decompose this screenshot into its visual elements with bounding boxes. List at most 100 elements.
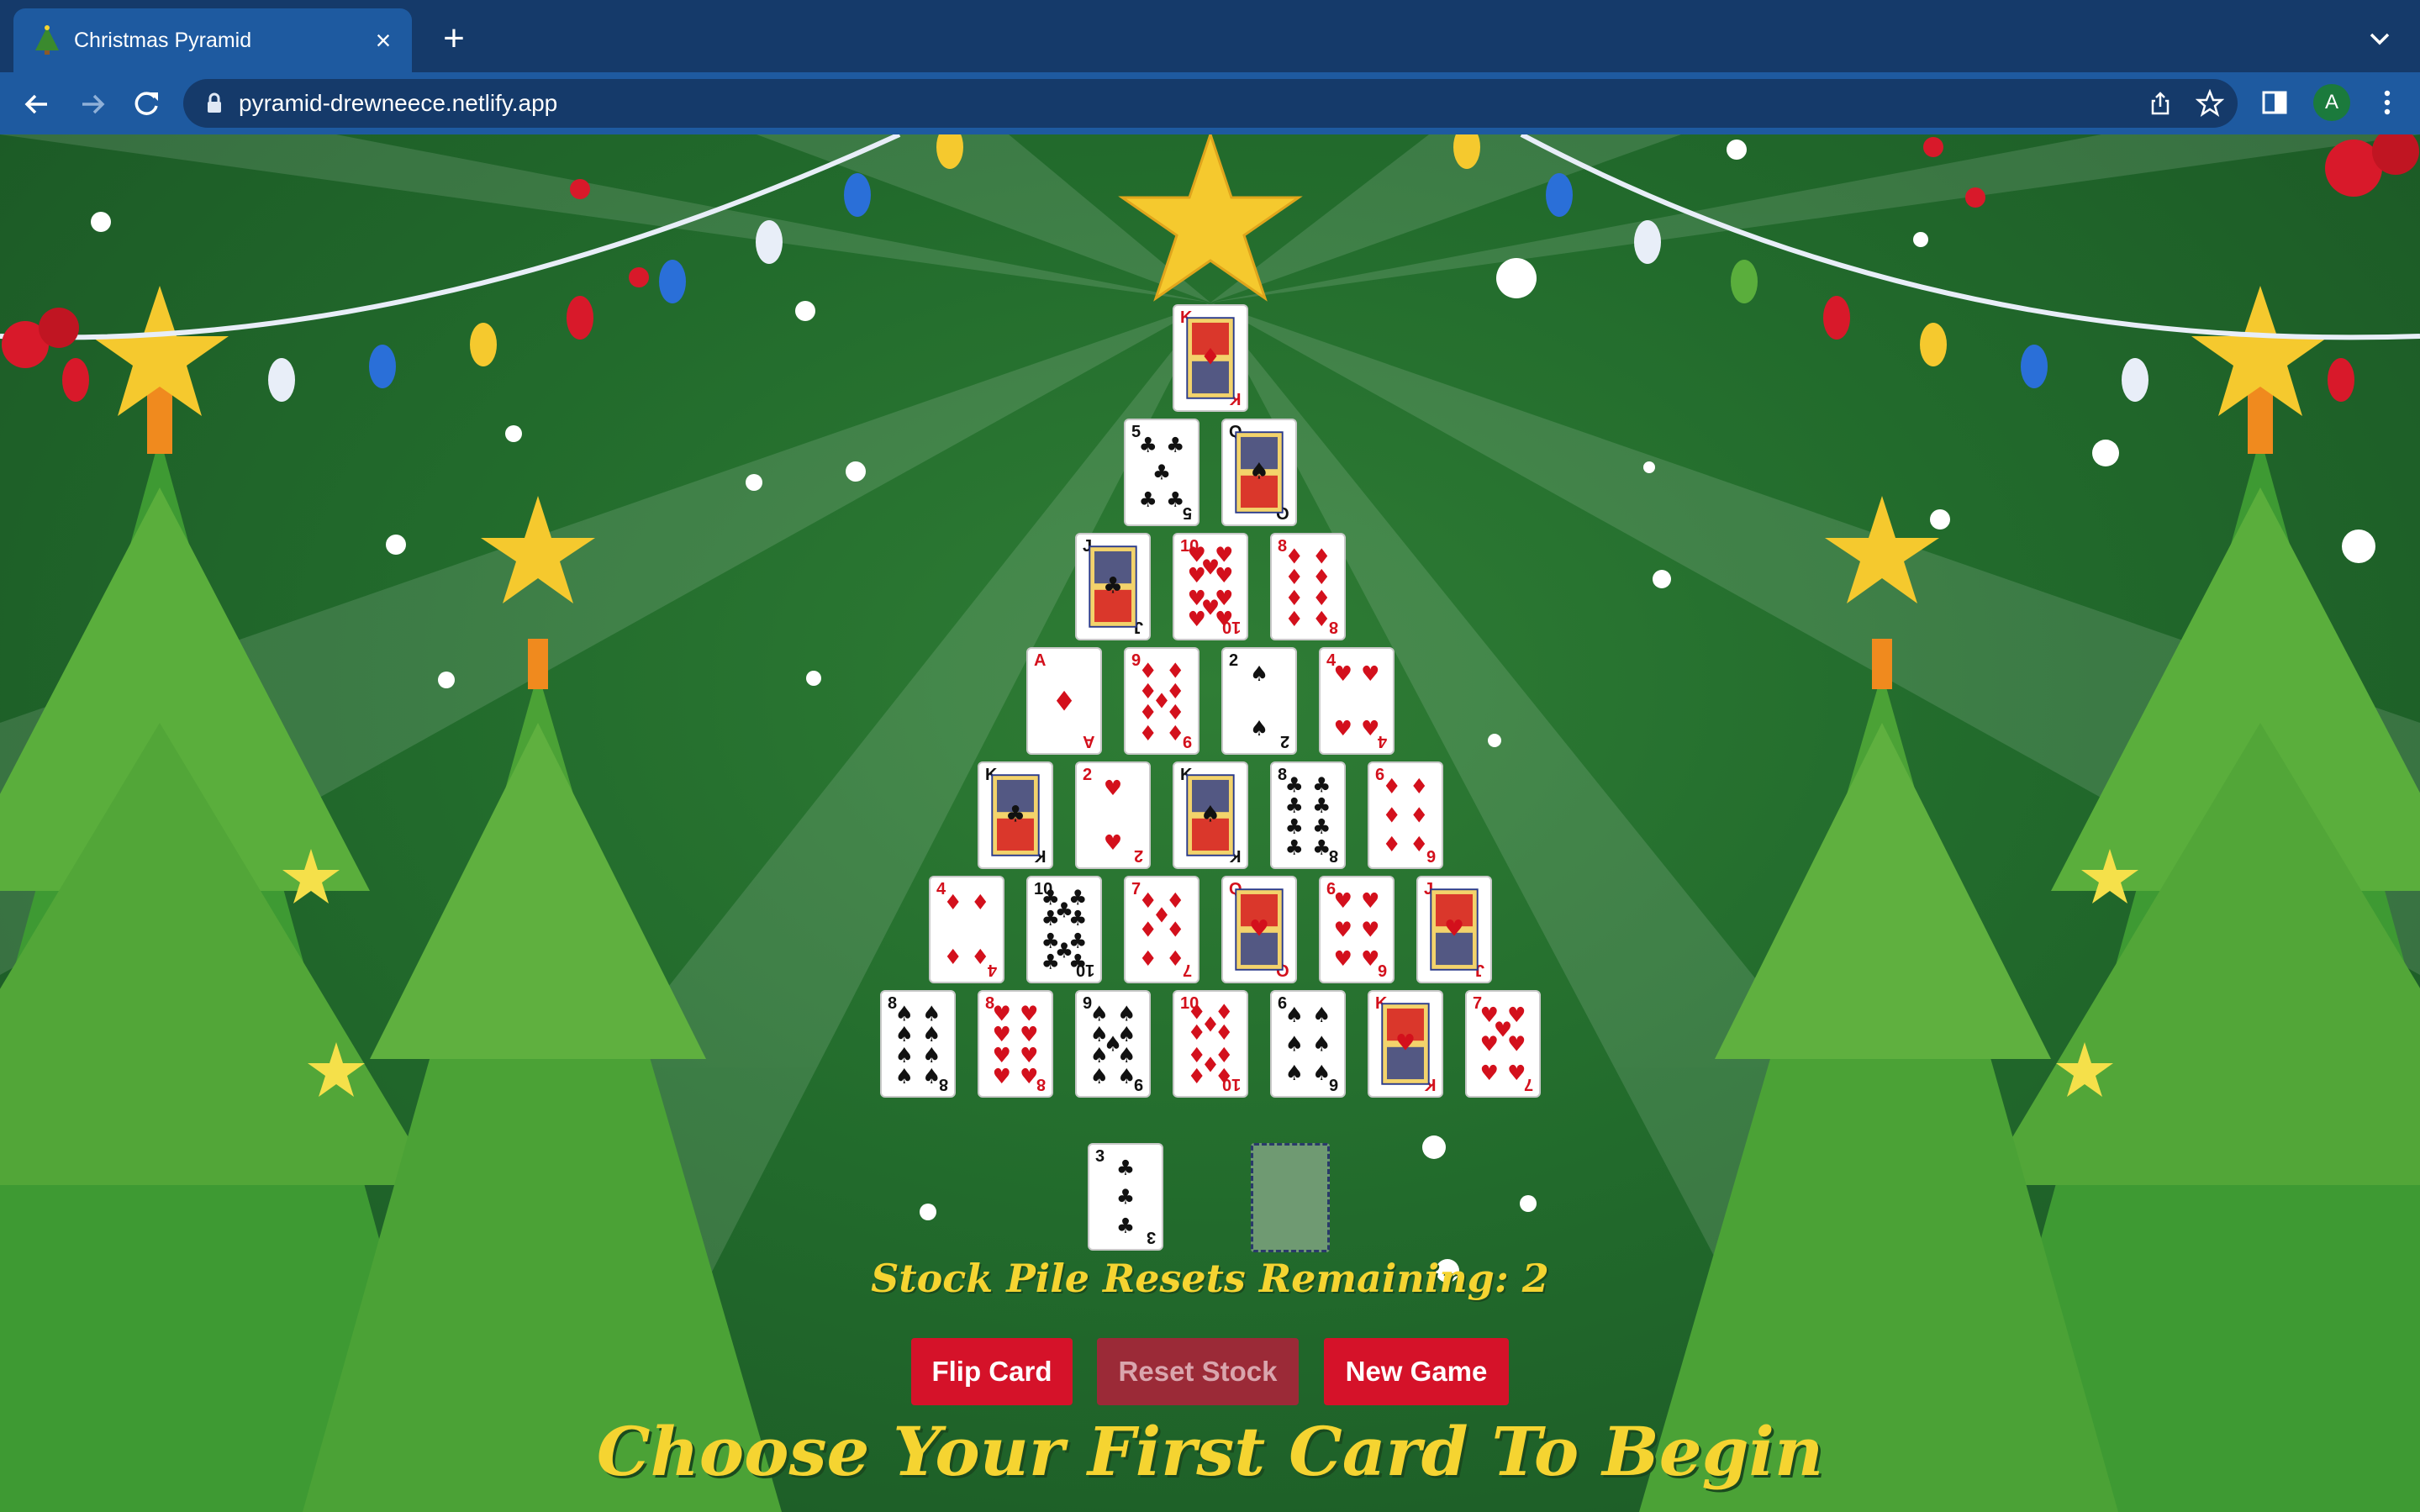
pyramid-card[interactable]: 2 2 ♠ ♠ [1221,647,1297,755]
christmas-tree-favicon-icon [35,25,59,55]
suit-pip-icon: ♥ [1334,946,1352,971]
suit-pip-icon: ♥ [1507,1061,1526,1085]
pyramid-card[interactable]: 10 10 ♣ ♣ ♣ ♣ ♣ ♣ ♣ ♣ ♣ ♣ [1026,876,1102,983]
suit-pip-icon: ♥ [1188,607,1206,631]
more-vertical-icon[interactable] [2370,86,2404,119]
pyramid-card[interactable]: K K ♠ [1173,761,1248,869]
pyramid-card[interactable]: 5 5 ♣ ♣ ♣ ♣ ♣ [1124,419,1199,526]
suit-pip-icon: ♠ [922,1064,941,1088]
suit-pip-icon: ♦ [1139,721,1157,745]
pyramid-card[interactable]: K K ♦ [1173,304,1248,412]
card-pips: ♣ ♣♣ ♣♣ ♣♣ ♣ [1285,772,1331,860]
card-pips: ♥ [1235,888,1284,971]
suit-pip-icon: ♣ [1152,461,1171,485]
browser-tab[interactable]: Christmas Pyramid × [13,8,412,72]
stock-pile-card[interactable]: 3 3 ♣ ♣ ♣ [1088,1143,1163,1251]
back-arrow-icon[interactable] [18,86,55,123]
pyramid-card[interactable]: 7 7 ♥ ♥ ♥ ♥ ♥ ♥ ♥ [1465,990,1541,1098]
card-pips: ♦ ♦♦♦ ♦♦ ♦ [1139,888,1185,971]
card-pips: ♣ [991,774,1040,856]
suit-pip-icon: ♥ [1334,918,1352,942]
tab-title: Christmas Pyramid [74,29,252,52]
suit-pip-icon: ♠ [1285,1061,1304,1085]
suit-pip-icon: ♦ [1215,1020,1233,1045]
lock-icon[interactable] [202,91,227,116]
suit-pip-icon: ♦ [1188,1020,1206,1045]
reset-stock-button[interactable]: Reset Stock [1097,1338,1299,1405]
card-pips: ♦ ♦ ♦ ♦ ♦ ♦ [1383,774,1429,856]
suit-pip-icon: ♦ [1166,721,1184,745]
pyramid-card[interactable]: 8 8 ♣ ♣ ♣ ♣ ♣ ♣ ♣ ♣ [1270,761,1346,869]
pyramid-card[interactable]: 8 8 ♦ ♦ ♦ ♦ ♦ ♦ ♦ ♦ [1270,533,1346,640]
card-pips: ♠ ♠♠ ♠♠♠ ♠♠ ♠ [1090,1001,1136,1088]
bookmark-star-icon[interactable] [2196,89,2224,118]
suit-pip-icon: ♦ [1139,918,1157,942]
suit-pip-icon: ♠ [1249,459,1269,485]
suit-pip-icon: ♠ [895,1064,914,1088]
suit-pip-icon: ♦ [971,945,989,969]
pyramid-card[interactable]: 6 6 ♥ ♥ ♥ ♥ ♥ ♥ [1319,876,1395,983]
pyramid-card[interactable]: 4 4 ♦ ♦ ♦ ♦ [929,876,1004,983]
suit-pip-icon: ♥ [1444,916,1464,942]
suit-pip-icon: ♦ [1166,918,1184,942]
pyramid-card[interactable]: K K ♣ [978,761,1053,869]
address-bar[interactable]: pyramid-drewneece.netlify.app [183,79,2238,128]
profile-avatar[interactable]: A [2313,84,2350,121]
pyramid-card[interactable]: 6 6 ♦ ♦ ♦ ♦ ♦ ♦ [1368,761,1443,869]
pyramid-card[interactable]: 7 7 ♦ ♦ ♦ ♦ ♦ ♦ ♦ [1124,876,1199,983]
chevron-down-icon[interactable] [2363,22,2396,55]
card-pips: ♠ ♠ ♠ ♠ ♠ ♠ [1285,1003,1331,1085]
suit-pip-icon: ♠ [1285,1032,1304,1056]
card-pips: ♦ [1186,317,1235,399]
suit-pip-icon: ♥ [1507,1032,1526,1056]
pyramid-card[interactable]: 8 8 ♠ ♠ ♠ ♠ ♠ ♠ ♠ ♠ [880,990,956,1098]
reload-icon[interactable] [128,86,165,123]
pyramid-card[interactable]: 10 10 ♦ ♦ ♦ ♦ ♦ ♦ ♦ ♦ ♦ ♦ [1173,990,1248,1098]
suit-pip-icon: ♠ [1312,1003,1331,1027]
flip-card-button[interactable]: Flip Card [911,1338,1073,1405]
pyramid-card[interactable]: K K ♥ [1368,990,1443,1098]
suit-pip-icon: ♥ [1104,776,1122,800]
pyramid-card[interactable]: J J ♥ [1416,876,1492,983]
pyramid-card[interactable]: 2 2 ♥ ♥ [1075,761,1151,869]
suit-pip-icon: ♣ [1139,487,1157,512]
suit-pip-icon: ♦ [1139,946,1157,971]
pyramid-card[interactable]: 6 6 ♠ ♠ ♠ ♠ ♠ ♠ [1270,990,1346,1098]
forward-arrow-icon[interactable] [74,86,111,123]
card-pips: ♠ [1235,431,1284,514]
pyramid-card[interactable]: 4 4 ♥ ♥ ♥ ♥ [1319,647,1395,755]
side-panel-icon[interactable] [2258,86,2291,119]
pyramid-card[interactable]: 9 9 ♠ ♠ ♠ ♠ ♠ ♠ ♠ ♠ ♠ [1075,990,1151,1098]
card-pips: ♥ [1430,888,1479,971]
suit-pip-icon: ♥ [1020,1064,1038,1088]
card-pips: ♠♠ [1250,661,1268,740]
pyramid-card[interactable]: 9 9 ♦ ♦ ♦ ♦ ♦ ♦ ♦ ♦ ♦ [1124,647,1199,755]
pyramid-card[interactable]: 10 10 ♥ ♥ ♥ ♥ ♥ ♥ ♥ ♥ ♥ ♥ [1173,533,1248,640]
new-tab-icon[interactable]: + [437,20,471,57]
browser-toolbar: pyramid-drewneece.netlify.app A [0,72,2420,134]
card-pips: ♠ [1186,774,1235,856]
suit-pip-icon: ♥ [1480,1032,1499,1056]
card-pips: ♦ ♦♦♦ ♦♦ ♦♦♦ ♦ [1188,999,1234,1088]
pyramid-card[interactable]: J J ♣ [1075,533,1151,640]
suit-pip-icon: ♠ [1117,1064,1136,1088]
close-tab-icon[interactable]: × [366,24,400,57]
suit-pip-icon: ♣ [1103,573,1123,599]
discard-pile-slot[interactable] [1251,1143,1330,1252]
card-pips: ♦ ♦ ♦ ♦ [944,890,990,969]
share-icon[interactable] [2147,90,2174,117]
suit-pip-icon: ♥ [1215,607,1233,631]
url-text: pyramid-drewneece.netlify.app [239,90,558,116]
suit-pip-icon: ♣ [1005,802,1025,828]
pyramid-card[interactable]: A A ♦ [1026,647,1102,755]
suit-pip-icon: ♥ [1395,1030,1416,1056]
new-game-button[interactable]: New Game [1324,1338,1509,1405]
suit-pip-icon: ♦ [944,890,962,914]
suit-pip-icon: ♦ [1188,1064,1206,1088]
suit-pip-icon: ♦ [971,890,989,914]
pyramid-card[interactable]: 8 8 ♥ ♥ ♥ ♥ ♥ ♥ ♥ ♥ [978,990,1053,1098]
card-pips: ♦ ♦♦ ♦♦♦ ♦♦ ♦ [1139,658,1185,745]
suit-pip-icon: ♥ [1188,563,1206,587]
pyramid-card[interactable]: QQ♠ [1221,419,1297,526]
pyramid-card[interactable]: QQ♥ [1221,876,1297,983]
